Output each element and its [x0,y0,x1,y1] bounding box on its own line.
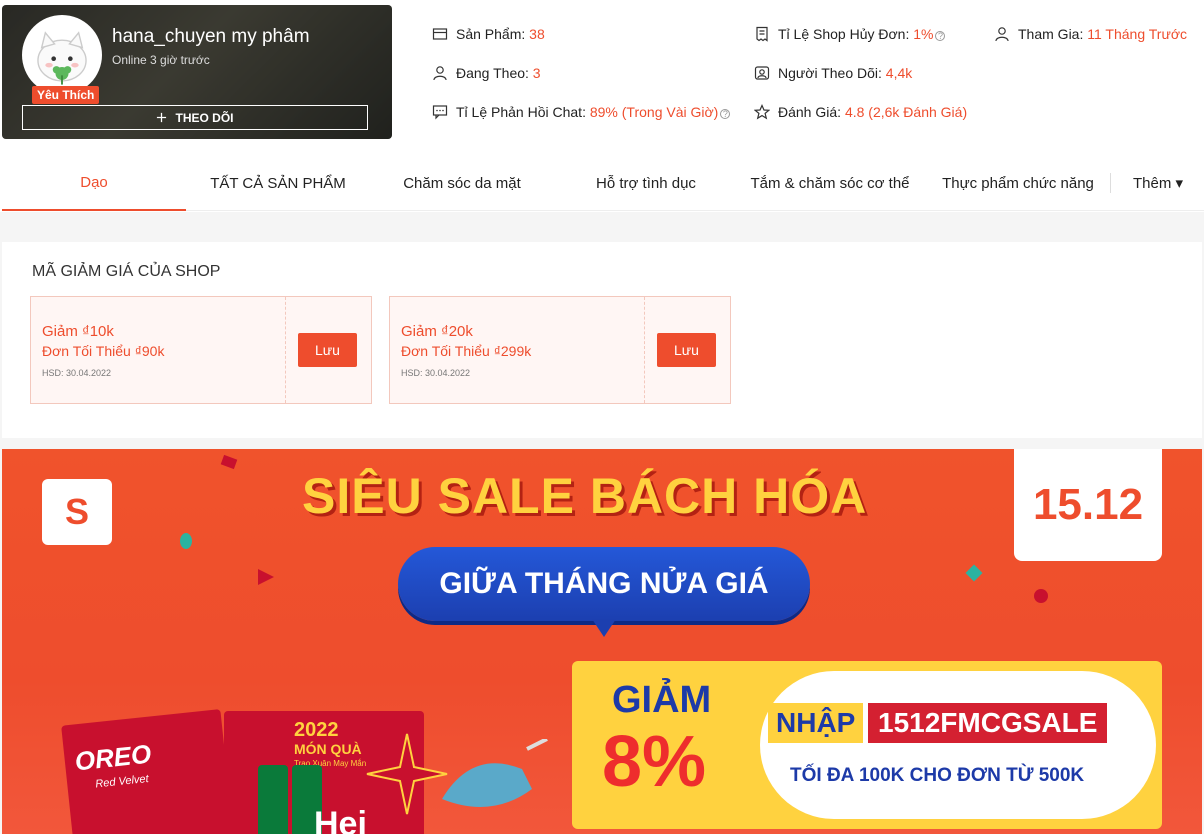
stat-cancel-label: Tỉ Lệ Shop Hủy Đơn: [778,26,910,42]
confetti-shape [220,454,238,470]
stat-followers: Người Theo Dõi: 4,4k [754,65,912,81]
voucher-expiry: HSD: 30.04.2022 [42,368,112,378]
confetti-shape [180,533,192,549]
followers-icon [754,66,770,80]
voucher-save-button[interactable]: Lưu [298,333,357,367]
store-icon [432,28,448,40]
voucher-min-order: Đơn Tối Thiểu ₫299k [401,343,532,359]
promo-code: 1512FMCGSALE [868,703,1108,743]
voucher-discount: Giảm ₫10k [42,323,114,340]
voucher-section: MÃ GIẢM GIÁ CỦA SHOP Giảm ₫10k Đơn Tối T… [2,242,1202,438]
cat-avatar-icon [25,18,99,92]
stat-followers-value: 4,4k [885,65,913,81]
gift-title: MÓN QUÀ [294,741,362,757]
stat-joined: Tham Gia: 11 Tháng Trước [994,26,1187,42]
promo-giam: GIẢM [612,679,712,721]
tab-more[interactable]: Thêm ▾ [1114,155,1202,211]
voucher-discount: Giảm ₫20k [401,323,473,340]
promo-box: GIẢM 8% NHẬP 1512FMCGSALE TỐI ĐA 100K CH… [572,661,1162,829]
beer-can-image [258,765,288,834]
promo-code-pill: NHẬP 1512FMCGSALE TỐI ĐA 100K CHO ĐƠN TỪ… [760,671,1156,819]
voucher-min-order: Đơn Tối Thiểu ₫90k [42,343,165,359]
heineken-logo: Hei [314,805,367,834]
help-icon[interactable]: ? [935,31,946,41]
stat-rating-value: 4.8 (2,6k Đánh Giá) [844,104,968,120]
shop-online-status: Online 3 giờ trước [112,53,210,67]
follow-button-label: THEO DÕI [175,110,234,125]
voucher-card: Giảm ₫10k Đơn Tối Thiểu ₫90k HSD: 30.04.… [30,296,372,404]
chat-icon [432,105,448,120]
tab-face-care[interactable]: Chăm sóc da mặt [370,155,554,211]
confetti-shape [965,564,983,582]
tab-sexual-health[interactable]: Hỗ trợ tình dục [554,155,738,211]
voucher-save-button[interactable]: Lưu [657,333,716,367]
voucher-expiry: HSD: 30.04.2022 [401,368,471,378]
stat-following: Đang Theo: 3 [432,65,541,81]
shop-name: hana_chuyen my phâm [112,26,310,47]
promo-condition: TỐI ĐA 100K CHO ĐƠN TỪ 500K [790,765,1085,786]
oreo-logo: OREO [73,738,153,777]
help-icon[interactable]: ? [720,109,731,119]
red-velvet-label: Red Velvet [94,772,150,791]
stat-rating-label: Đánh Giá: [778,104,842,120]
user-icon [433,66,447,81]
stat-chat-label: Tỉ Lệ Phản Hồi Chat: [456,104,586,120]
stat-joined-value: 11 Tháng Trước [1087,26,1187,42]
shop-card: Yêu Thích hana_chuyen my phâm Online 3 g… [2,5,392,139]
promo-nhap: NHẬP [768,703,864,743]
stroller-image [442,739,548,807]
shopee-bag-icon: S [42,479,112,545]
plus-icon [157,112,167,123]
shop-header: Yêu Thích hana_chuyen my phâm Online 3 g… [0,0,1204,212]
voucher-section-title: MÃ GIẢM GIÁ CỦA SHOP [32,263,221,280]
star-icon [754,104,770,120]
banner-headline: SIÊU SALE BÁCH HÓA [302,468,868,524]
banner-subline: GIỮA THÁNG NỬA GIÁ [398,547,810,621]
stat-products-value: 38 [529,26,545,42]
stat-following-label: Đang Theo: [456,65,529,81]
promo-banner[interactable]: S SIÊU SALE BÁCH HÓA 15.12 GIỮA THÁNG NỬ… [2,449,1202,834]
promo-percent: 8% [602,722,707,802]
preferred-badge: Yêu Thích [32,86,100,104]
voucher-divider [644,297,645,403]
tab-supplements[interactable]: Thực phẩm chức năng [930,155,1106,211]
banner-date: 15.12 [1014,449,1162,561]
stat-chat-value: 89% (Trong Vài Giờ) [589,104,719,120]
tab-bath-body[interactable]: Tắm & chăm sóc cơ thể [738,155,922,211]
tab-divider [1110,173,1111,193]
stat-followers-label: Người Theo Dõi: [778,65,882,81]
stat-rating: Đánh Giá: 4.8 (2,6k Đánh Giá) [754,104,967,120]
voucher-card: Giảm ₫20k Đơn Tối Thiểu ₫299k HSD: 30.04… [389,296,731,404]
confetti-shape [1034,589,1048,603]
stat-cancel-rate: Tỉ Lệ Shop Hủy Đơn: 1%? [754,26,946,42]
stat-chat-response: Tỉ Lệ Phản Hồi Chat: 89% (Trong Vài Giờ)… [432,104,731,120]
stat-joined-label: Tham Gia: [1018,26,1084,42]
stat-products: Sản Phẩm: 38 [432,26,545,42]
receipt-icon [756,26,768,42]
stat-products-label: Sản Phẩm: [456,26,526,42]
shop-avatar[interactable] [22,15,102,95]
user-icon [995,27,1009,42]
shop-tabs: Dạo TẤT CẢ SẢN PHẨM Chăm sóc da mặt Hỗ t… [2,155,1204,211]
stat-following-value: 3 [532,65,541,81]
oreo-product-image: OREO Red Velvet [61,709,235,834]
speech-tail [592,619,616,637]
stat-cancel-value: 1% [913,26,934,42]
tab-all-products[interactable]: TẤT CẢ SẢN PHẨM [186,155,370,211]
gift-year: 2022 [294,719,339,741]
tab-dao[interactable]: Dạo [2,155,186,211]
follow-button[interactable]: THEO DÕI [22,105,368,130]
confetti-shape [258,569,274,585]
voucher-divider [285,297,286,403]
